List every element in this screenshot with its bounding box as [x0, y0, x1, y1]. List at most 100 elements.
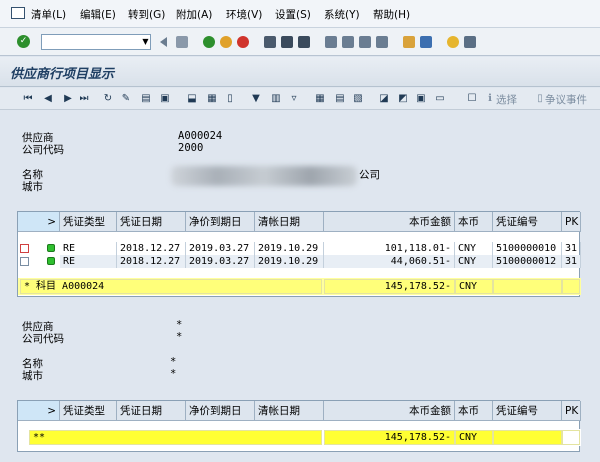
name-value: 公司: [359, 169, 380, 181]
company-code-label: 公司代码: [22, 144, 64, 156]
mail-icon[interactable]: ▭: [434, 93, 446, 104]
chevron-down-icon[interactable]: ▼: [140, 34, 151, 50]
menu-item-extras[interactable]: 附加(A): [176, 7, 212, 22]
previous-page-icon[interactable]: [342, 36, 354, 48]
totals-table: > 凭证类型 凭证日期 净价到期日 清帐日期 本币金额 本币 凭证编号 PK *…: [17, 400, 581, 452]
name-value: *: [170, 356, 177, 368]
row-select-checkbox[interactable]: [20, 244, 29, 253]
menu-item-goto[interactable]: 转到(G): [128, 7, 165, 22]
status-green-icon: [47, 257, 55, 265]
enter-icon[interactable]: ✓: [17, 35, 30, 48]
cell-amount: 101,118.01-: [324, 242, 455, 255]
total-empty-cell: [562, 430, 580, 445]
menu-item-environment[interactable]: 环境(V): [226, 7, 262, 22]
vendor-value: A000024: [178, 130, 223, 142]
cell-pk: 31: [562, 242, 581, 255]
subtotal-empty-cell: [493, 279, 562, 294]
document-change-icon[interactable]: ▣: [159, 93, 171, 104]
select-layout-icon[interactable]: ▤: [334, 93, 346, 104]
column-header-pk[interactable]: PK: [562, 212, 581, 232]
city-value: *: [170, 368, 177, 380]
page-title: 供应商行项目显示: [10, 67, 115, 82]
dispute-case-button[interactable]: 争议事件: [545, 92, 587, 107]
column-header-doc-type[interactable]: 凭证类型: [60, 212, 117, 232]
info-icon[interactable]: ℹ: [484, 93, 496, 104]
column-header-currency[interactable]: 本币: [455, 212, 493, 232]
new-session-icon[interactable]: [403, 36, 415, 48]
last-item-icon[interactable]: ⏭: [78, 93, 90, 104]
mark-icon[interactable]: ▦: [206, 93, 218, 104]
last-page-icon[interactable]: [376, 36, 388, 48]
export-icon[interactable]: ▣: [415, 93, 427, 104]
next-item-icon[interactable]: ▶: [62, 93, 74, 104]
print-icon[interactable]: [264, 36, 276, 48]
column-header-doc-date[interactable]: 凭证日期: [117, 212, 186, 232]
column-header-doc-no[interactable]: 凭证编号: [493, 212, 562, 232]
save-layout-icon[interactable]: ▧: [352, 93, 364, 104]
status-green-icon: [47, 244, 55, 252]
city-label: 城市: [22, 370, 43, 382]
refresh-icon[interactable]: ↻: [102, 93, 114, 104]
cell-clearing-date: 2019.10.29: [255, 242, 324, 255]
cell-amount: 44,060.51-: [324, 255, 455, 268]
cell-doc-no: 5100000012: [493, 255, 562, 268]
total-currency: CNY: [455, 430, 493, 445]
totals-icon[interactable]: ◩: [397, 93, 409, 104]
back-arrow-icon[interactable]: [160, 37, 167, 47]
menu-icon[interactable]: [11, 7, 25, 19]
layout-icon[interactable]: ▦: [314, 93, 326, 104]
menu-item-system[interactable]: 系统(Y): [324, 7, 360, 22]
save-icon[interactable]: [176, 36, 188, 48]
cell-pk: 31: [562, 255, 581, 268]
command-field[interactable]: [41, 34, 151, 50]
select-button[interactable]: 选择: [496, 92, 517, 107]
chart-icon[interactable]: ◪: [378, 93, 390, 104]
column-header-clearing-date[interactable]: 清帐日期: [255, 401, 324, 421]
row-select-checkbox[interactable]: [20, 257, 29, 266]
column-marker[interactable]: >: [18, 401, 60, 421]
subtotal-amount: 145,178.52-: [324, 279, 455, 294]
cell-doc-type: RE: [60, 255, 117, 268]
column-header-doc-date[interactable]: 凭证日期: [117, 401, 186, 421]
document-overview-icon[interactable]: ▤: [140, 93, 152, 104]
subtotal-label: * 科目 A000024: [20, 279, 322, 294]
help-icon[interactable]: [447, 36, 459, 48]
menu-item-edit[interactable]: 编辑(E): [80, 7, 116, 22]
previous-item-icon[interactable]: ◀: [42, 93, 54, 104]
column-header-clearing-date[interactable]: 清帐日期: [255, 212, 324, 232]
column-header-pk[interactable]: PK: [562, 401, 581, 421]
column-header-amount[interactable]: 本币金额: [324, 401, 455, 421]
back-icon[interactable]: [203, 36, 215, 48]
city-label: 城市: [22, 181, 43, 193]
column-header-doc-type[interactable]: 凭证类型: [60, 401, 117, 421]
find-next-icon[interactable]: [298, 36, 310, 48]
edit-pencil-icon[interactable]: ✎: [120, 93, 132, 104]
cell-doc-date: 2018.12.27: [117, 255, 186, 268]
vendor-value: *: [176, 319, 183, 331]
column-marker[interactable]: >: [18, 212, 60, 232]
column-header-doc-no[interactable]: 凭证编号: [493, 401, 562, 421]
next-page-icon[interactable]: [359, 36, 371, 48]
menu-item-settings[interactable]: 设置(S): [275, 7, 311, 22]
checkbox-icon[interactable]: ☐: [466, 93, 478, 104]
dispute-icon[interactable]: ⬓: [186, 93, 198, 104]
subtotal-icon[interactable]: ▿: [288, 93, 300, 104]
customize-layout-icon[interactable]: [464, 36, 476, 48]
cancel-icon[interactable]: [237, 36, 249, 48]
column-header-currency[interactable]: 本币: [455, 401, 493, 421]
shortcut-icon[interactable]: [420, 36, 432, 48]
column-header-net-due[interactable]: 净价到期日: [186, 212, 255, 232]
find-icon[interactable]: [281, 36, 293, 48]
document-icon[interactable]: ▯: [224, 93, 236, 104]
cell-net-due: 2019.03.27: [186, 255, 255, 268]
first-item-icon[interactable]: ⏮: [22, 93, 34, 104]
sort-icon[interactable]: ▥: [270, 93, 282, 104]
filter-icon[interactable]: ▼: [250, 93, 262, 104]
column-header-net-due[interactable]: 净价到期日: [186, 401, 255, 421]
exit-icon[interactable]: [220, 36, 232, 48]
first-page-icon[interactable]: [325, 36, 337, 48]
menu-item-list[interactable]: 清单(L): [31, 7, 66, 22]
menu-item-help[interactable]: 帮助(H): [373, 7, 410, 22]
column-header-amount[interactable]: 本币金额: [324, 212, 455, 232]
redacted-name: [171, 166, 357, 186]
